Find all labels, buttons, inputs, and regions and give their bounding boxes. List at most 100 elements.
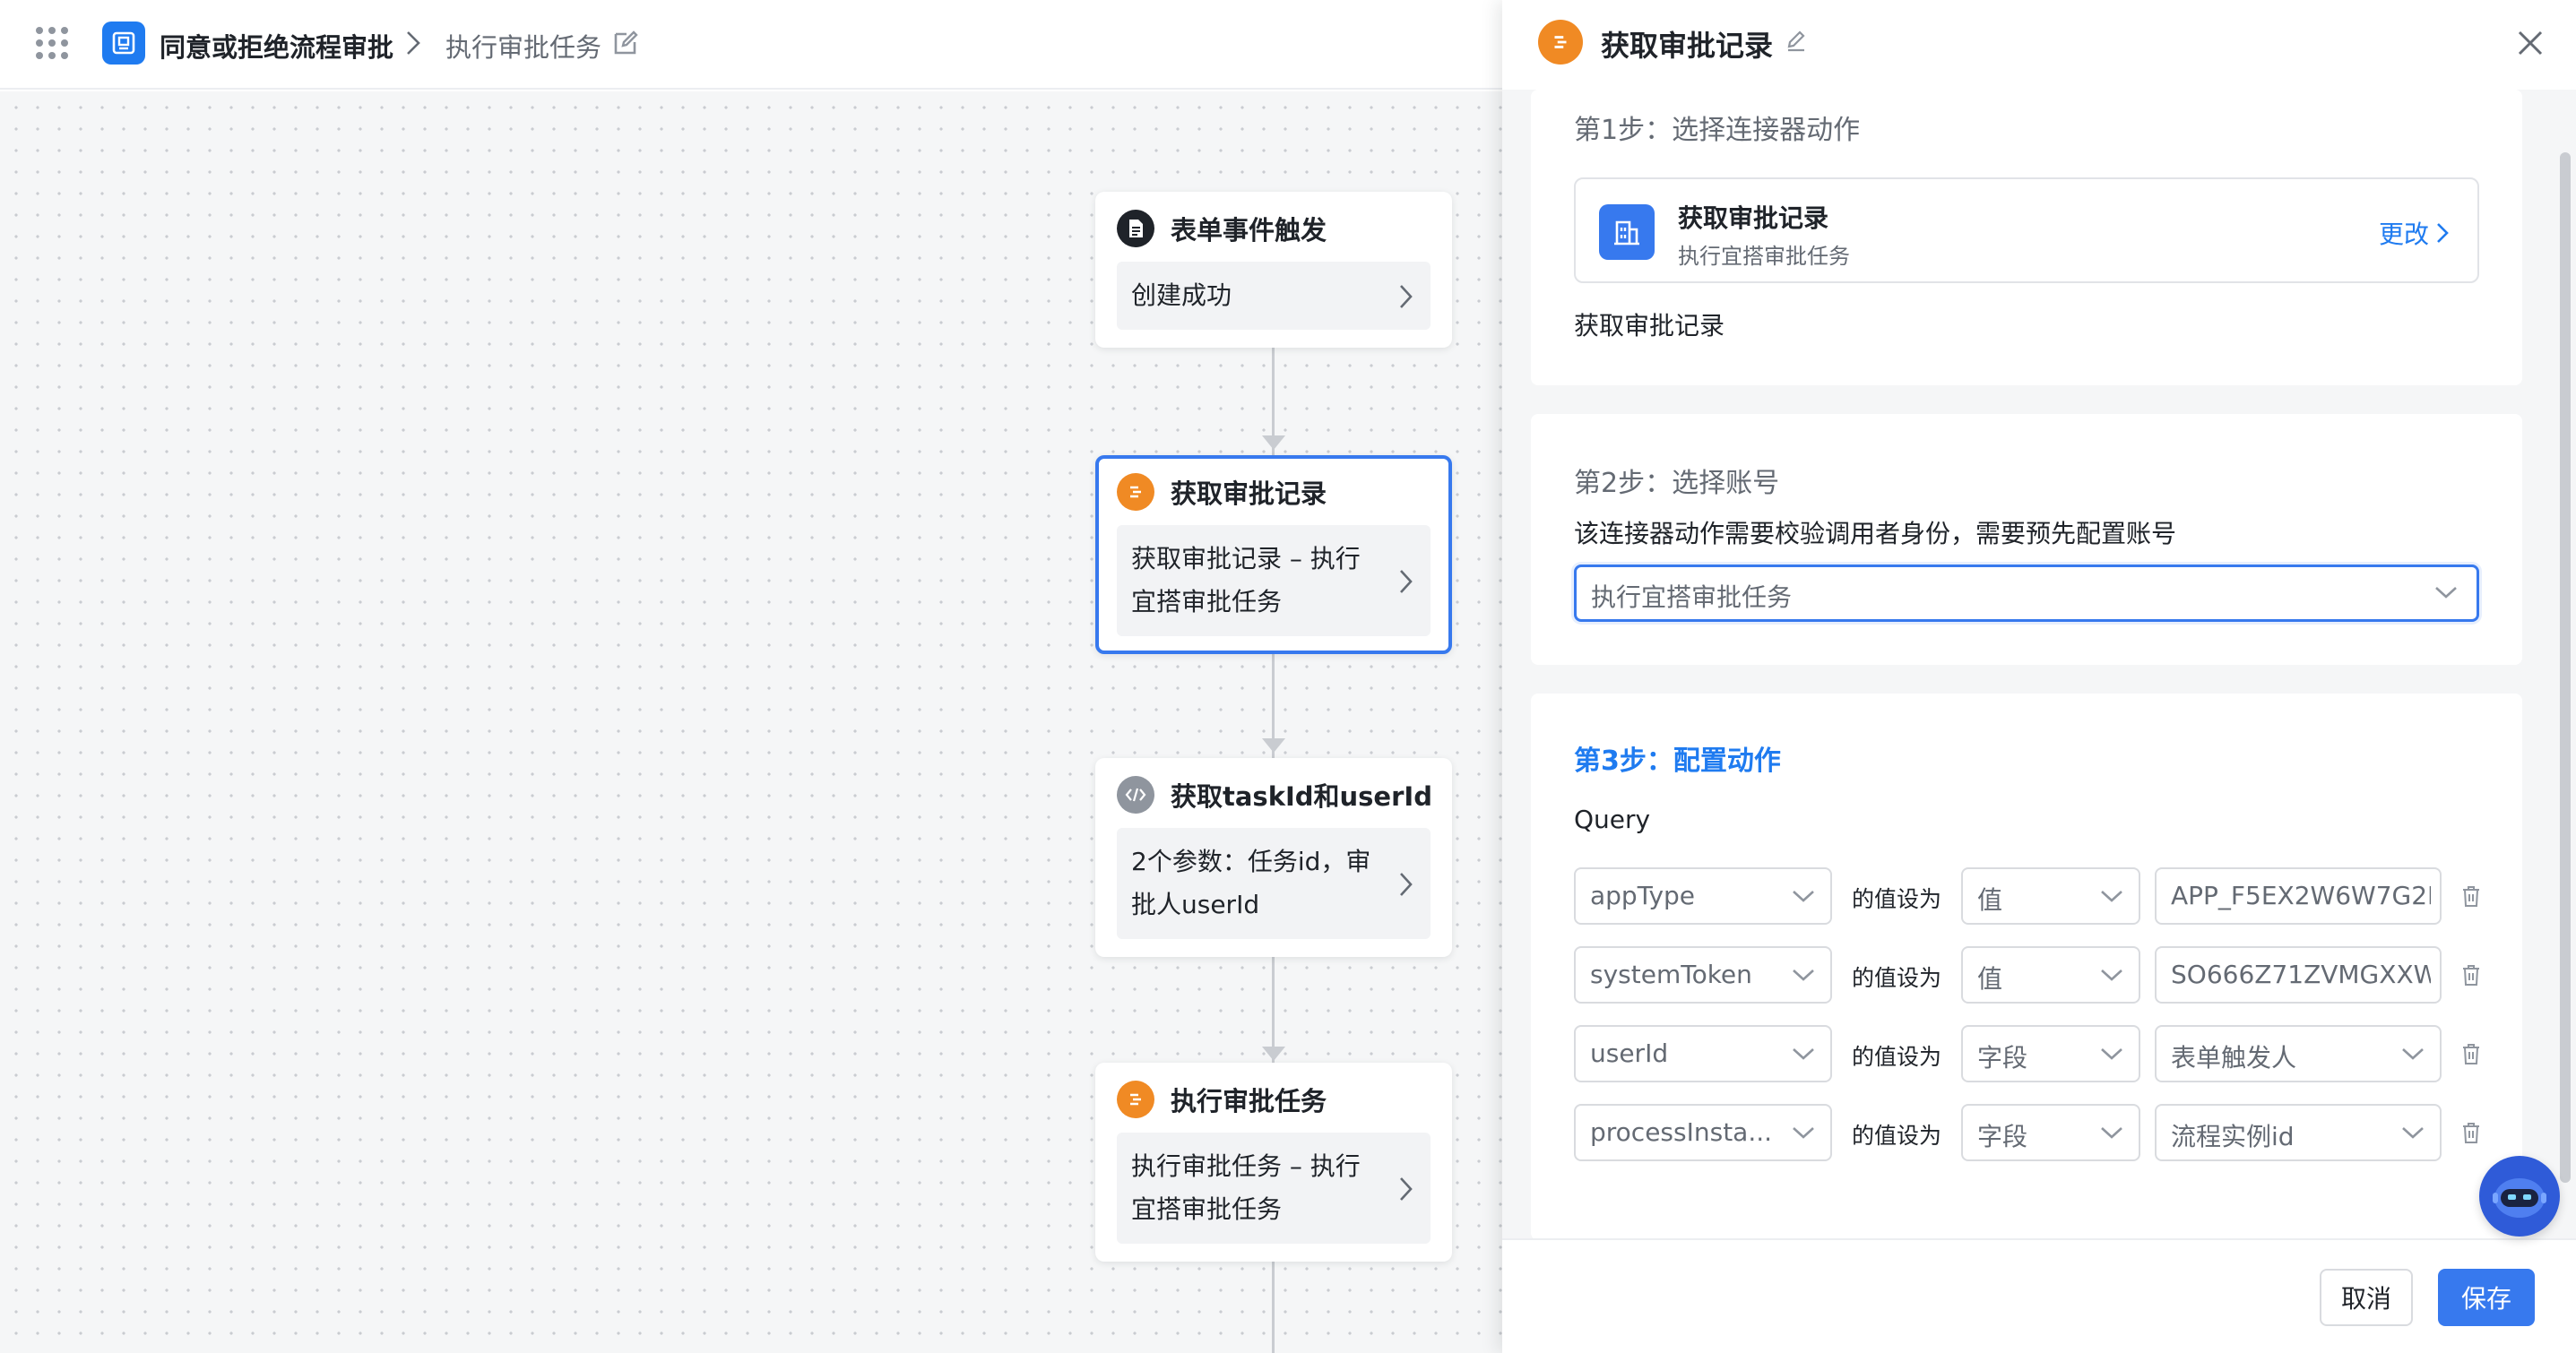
query-type-select[interactable]: 值 — [1961, 867, 2140, 925]
chevron-right-icon — [1396, 281, 1414, 324]
node-body-text: 执行审批任务 – 执行宜搭审批任务 — [1131, 1151, 1361, 1224]
flow-connector — [1272, 1253, 1275, 1353]
account-select[interactable]: 执行宜搭审批任务 — [1574, 564, 2479, 622]
step3-label: 第3步：配置动作 — [1574, 745, 1781, 777]
node-body-text: 获取审批记录 – 执行宜搭审批任务 — [1131, 544, 1361, 616]
close-icon[interactable] — [2512, 25, 2548, 65]
query-value-input[interactable]: APP_F5EX2W6W7G2I — [2155, 867, 2442, 925]
panel-title: 获取审批记录 — [1601, 29, 1774, 63]
chevron-down-icon — [2099, 1045, 2124, 1066]
node-title: 执行审批任务 — [1171, 1086, 1327, 1116]
flow-node-get-task[interactable]: 获取taskId和userId 2个参数：任务id，审批人userId — [1095, 758, 1452, 957]
chevron-right-icon — [1396, 1174, 1414, 1217]
node-body[interactable]: 2个参数：任务id，审批人userId — [1117, 828, 1431, 939]
chevron-down-icon — [1791, 887, 1816, 909]
action-note: 获取审批记录 — [1574, 311, 1725, 340]
query-value-text: SO666Z71ZVMGXXWI — [2171, 960, 2431, 989]
flow-node-trigger[interactable]: 表单事件触发 创建成功 — [1095, 192, 1452, 348]
connector-icon — [1117, 1081, 1154, 1118]
node-body[interactable]: 执行审批任务 – 执行宜搭审批任务 — [1117, 1133, 1431, 1244]
panel-scrollbar[interactable] — [2560, 152, 2571, 1183]
flow-arrow-icon — [1262, 738, 1285, 753]
node-body[interactable]: 创建成功 — [1117, 262, 1431, 330]
assign-text: 的值设为 — [1852, 1044, 1942, 1070]
breadcrumb-chevron-icon — [400, 27, 427, 63]
panel-header: 获取审批记录 — [1502, 0, 2576, 90]
chevron-down-icon — [2099, 887, 2124, 909]
chevron-down-icon — [2433, 583, 2459, 605]
query-field-select[interactable]: systemToken — [1574, 946, 1832, 1004]
query-row: processInsta... 的值设为 字段 流程实例id — [1574, 1104, 2506, 1161]
query-field-select[interactable]: processInsta... — [1574, 1104, 1832, 1161]
step3-card: 第3步：配置动作 Query appType 的值设为 值 APP_F5EX2W… — [1531, 694, 2522, 1240]
flow-canvas[interactable]: 表单事件触发 创建成功 获取审批记录 获取审批记录 – 执行宜搭审批任务 获取t… — [0, 91, 1502, 1353]
node-title: 获取审批记录 — [1171, 478, 1327, 509]
app-title[interactable]: 同意或拒绝流程审批 — [160, 27, 393, 65]
chevron-down-icon — [2099, 966, 2124, 987]
edit-name-icon[interactable] — [1784, 29, 1809, 57]
trash-icon[interactable] — [2459, 962, 2483, 991]
flow-node-get-records[interactable]: 获取审批记录 获取审批记录 – 执行宜搭审批任务 — [1095, 455, 1452, 654]
chevron-down-icon — [1791, 1045, 1816, 1066]
top-bar: 同意或拒绝流程审批 执行审批任务 — [0, 0, 1502, 90]
node-body-text: 2个参数：任务id，审批人userId — [1131, 847, 1371, 919]
save-button[interactable]: 保存 — [2438, 1269, 2535, 1326]
building-icon — [1599, 204, 1655, 260]
assign-text: 的值设为 — [1852, 965, 1942, 991]
change-action-link[interactable]: 更改 — [2379, 215, 2451, 251]
query-field-value: systemToken — [1590, 960, 1752, 989]
account-select-value: 执行宜搭审批任务 — [1591, 582, 1793, 612]
trash-icon[interactable] — [2459, 1041, 2483, 1070]
node-title: 表单事件触发 — [1171, 215, 1327, 246]
query-value-text: APP_F5EX2W6W7G2I — [2171, 881, 2431, 910]
query-type-value: 值 — [1977, 885, 2003, 915]
chevron-down-icon — [1791, 1124, 1816, 1145]
assign-text: 的值设为 — [1852, 1123, 1942, 1149]
node-body-text: 创建成功 — [1131, 280, 1232, 310]
code-icon — [1117, 776, 1154, 814]
query-type-select[interactable]: 字段 — [1961, 1104, 2140, 1161]
query-value-select[interactable]: 流程实例id — [2155, 1104, 2442, 1161]
step2-card: 第2步：选择账号 该连接器动作需要校验调用者身份，需要预先配置账号 执行宜搭审批… — [1531, 414, 2522, 665]
step2-label: 第2步：选择账号 — [1574, 468, 1780, 499]
app-form-icon — [102, 22, 145, 65]
change-action-label: 更改 — [2378, 220, 2429, 249]
connector-icon — [1117, 473, 1154, 511]
query-field-select[interactable]: appType — [1574, 867, 1832, 925]
chevron-right-icon — [2437, 223, 2449, 243]
cancel-button[interactable]: 取消 — [2320, 1269, 2413, 1326]
query-value-text: 流程实例id — [2171, 1122, 2295, 1151]
assistant-robot-icon[interactable] — [2479, 1156, 2560, 1237]
query-type-select[interactable]: 值 — [1961, 946, 2140, 1004]
chevron-down-icon — [2099, 1124, 2124, 1145]
query-value-select[interactable]: 表单触发人 — [2155, 1025, 2442, 1082]
flow-arrow-icon — [1262, 435, 1285, 450]
query-type-select[interactable]: 字段 — [1961, 1025, 2140, 1082]
action-description: 执行宜搭审批任务 — [1678, 244, 1850, 269]
query-type-value: 字段 — [1977, 1122, 2028, 1151]
step1-label: 第1步：选择连接器动作 — [1574, 115, 1861, 146]
query-value-input[interactable]: SO666Z71ZVMGXXWI — [2155, 946, 2442, 1004]
node-config-panel: 获取审批记录 第1步：选择连接器动作 获取审批记录 执行宜搭审批任务 更改 获取… — [1502, 0, 2576, 1353]
query-field-select[interactable]: userId — [1574, 1025, 1832, 1082]
chevron-right-icon — [1396, 869, 1414, 912]
chevron-right-icon — [1396, 566, 1414, 609]
query-value-text: 表单触发人 — [2171, 1043, 2297, 1073]
query-type-value: 字段 — [1977, 1043, 2028, 1073]
breadcrumb-current: 执行审批任务 — [445, 32, 602, 63]
assign-text: 的值设为 — [1852, 886, 1942, 912]
flow-node-execute-task[interactable]: 执行审批任务 执行审批任务 – 执行宜搭审批任务 — [1095, 1063, 1452, 1262]
node-body[interactable]: 获取审批记录 – 执行宜搭审批任务 — [1117, 525, 1431, 636]
edit-title-icon[interactable] — [611, 29, 640, 61]
trash-icon[interactable] — [2459, 1120, 2483, 1149]
panel-footer: 取消 保存 — [1502, 1238, 2576, 1353]
chevron-down-icon — [2400, 1124, 2425, 1145]
connector-icon — [1538, 20, 1583, 65]
trash-icon[interactable] — [2459, 883, 2483, 912]
query-field-value: processInsta... — [1590, 1117, 1773, 1147]
query-field-value: userId — [1590, 1038, 1669, 1068]
step1-card: 第1步：选择连接器动作 获取审批记录 执行宜搭审批任务 更改 获取审批记录 — [1531, 90, 2522, 385]
query-row: systemToken 的值设为 值 SO666Z71ZVMGXXWI — [1574, 946, 2506, 1004]
action-name: 获取审批记录 — [1678, 203, 1829, 233]
apps-grid-icon[interactable] — [36, 27, 68, 59]
